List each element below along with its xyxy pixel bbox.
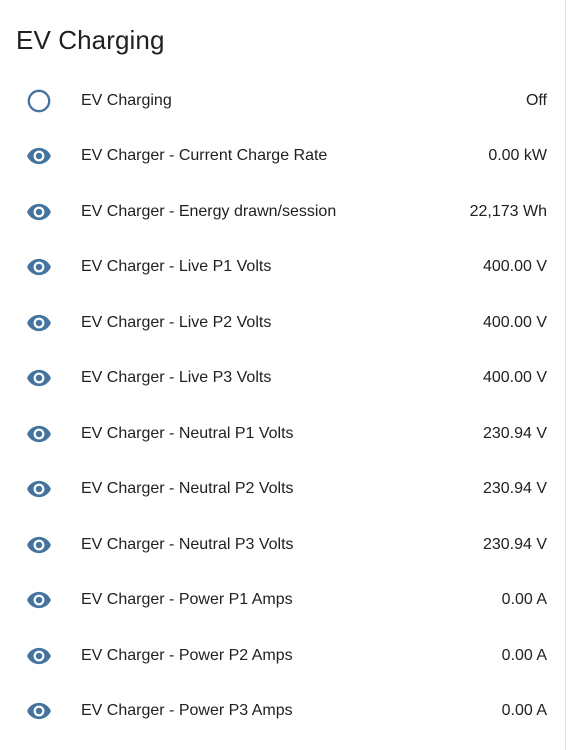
eye-icon (26, 532, 52, 558)
entity-state: 400.00 V (482, 313, 547, 331)
entity-name: EV Charger - Power P2 Amps (81, 646, 293, 664)
entity-row-energy-drawn-session[interactable]: EV Charger - Energy drawn/session 22,173… (0, 184, 566, 240)
entity-row-neutral-p1-volts[interactable]: EV Charger - Neutral P1 Volts 230.94 V (0, 406, 566, 462)
entity-row-neutral-p3-volts[interactable]: EV Charger - Neutral P3 Volts 230.94 V (0, 517, 566, 573)
entity-state: 400.00 V (482, 369, 547, 387)
entity-name: EV Charger - Current Charge Rate (81, 147, 328, 165)
entity-row-ev-charging[interactable]: EV Charging Off (0, 73, 566, 129)
entity-state: 0.00 A (501, 702, 547, 720)
entity-name: EV Charger - Power P3 Amps (81, 702, 293, 720)
entity-row-power-p2-amps[interactable]: EV Charger - Power P2 Amps 0.00 A (0, 628, 566, 684)
entity-row-power-p1-amps[interactable]: EV Charger - Power P1 Amps 0.00 A (0, 573, 566, 629)
entity-state: 0.00 kW (488, 147, 547, 165)
eye-icon (26, 643, 52, 669)
entity-name: EV Charger - Neutral P1 Volts (81, 424, 294, 442)
entity-row-current-charge-rate[interactable]: EV Charger - Current Charge Rate 0.00 kW (0, 129, 566, 185)
card-title: EV Charging (16, 25, 165, 55)
eye-icon (26, 421, 52, 447)
entity-name: EV Charger - Neutral P2 Volts (81, 480, 294, 498)
entity-name: EV Charging (81, 91, 172, 109)
eye-icon (26, 365, 52, 391)
circle-outline-icon (26, 88, 52, 114)
entity-name: EV Charger - Live P3 Volts (81, 369, 272, 387)
eye-icon (26, 254, 52, 280)
entity-state: 230.94 V (482, 535, 547, 553)
entity-row-power-p3-amps[interactable]: EV Charger - Power P3 Amps 0.00 A (0, 684, 566, 740)
entity-name: EV Charger - Live P1 Volts (81, 258, 272, 276)
entity-state: Off (525, 91, 547, 109)
eye-icon (26, 199, 52, 225)
entity-state: 0.00 A (501, 591, 547, 609)
entity-row-neutral-p2-volts[interactable]: EV Charger - Neutral P2 Volts 230.94 V (0, 462, 566, 518)
eye-icon (26, 310, 52, 336)
eye-icon (26, 476, 52, 502)
eye-icon (26, 587, 52, 613)
entity-name: EV Charger - Neutral P3 Volts (81, 535, 294, 553)
entity-row-live-p3-volts[interactable]: EV Charger - Live P3 Volts 400.00 V (0, 351, 566, 407)
entity-list: EV Charging Off EV Charger - Current Cha… (0, 73, 566, 739)
entity-state: 230.94 V (482, 424, 547, 442)
entity-state: 0.00 A (501, 646, 547, 664)
entity-name: EV Charger - Power P1 Amps (81, 591, 293, 609)
entity-state: 400.00 V (482, 258, 547, 276)
entity-row-live-p2-volts[interactable]: EV Charger - Live P2 Volts 400.00 V (0, 295, 566, 351)
entity-name: EV Charger - Live P2 Volts (81, 313, 272, 331)
entity-row-live-p1-volts[interactable]: EV Charger - Live P1 Volts 400.00 V (0, 240, 566, 296)
entity-state: 22,173 Wh (469, 202, 547, 220)
eye-icon (26, 698, 52, 724)
entity-name: EV Charger - Energy drawn/session (81, 202, 337, 220)
entity-state: 230.94 V (482, 480, 547, 498)
eye-icon (26, 143, 52, 169)
entities-card: EV Charging EV Charging Off EV Charger -… (0, 0, 566, 750)
